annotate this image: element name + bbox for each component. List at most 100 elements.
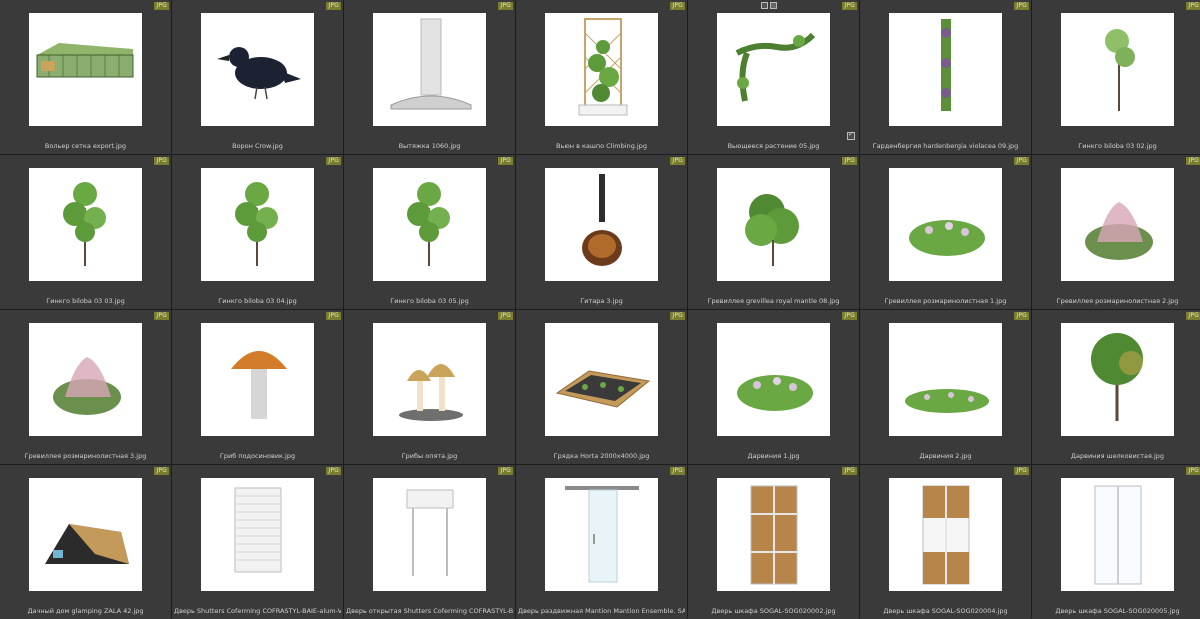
edit-icon[interactable] [770, 2, 777, 9]
sapling-icon[interactable] [1061, 13, 1174, 126]
aviary-icon[interactable] [29, 13, 142, 126]
file-type-badge: JPG [670, 2, 685, 10]
file-type-badge: JPG [842, 157, 857, 165]
file-name-caption: Дарвиния шелковистая.jpg [1070, 452, 1165, 460]
thumbnail-tile[interactable]: JPG Дверь шкафа SOGAL-SOG020002.jpg [688, 465, 859, 619]
file-type-badge: JPG [154, 467, 169, 475]
frame-icon[interactable] [761, 2, 768, 9]
file-type-badge: JPG [1014, 157, 1029, 165]
sliding-door-icon[interactable] [545, 478, 658, 591]
thumbnail-tile[interactable]: JPG Дверь раздвижная Mantion Mantion Ens… [516, 465, 687, 619]
thumbnail-tile[interactable]: JPG Вольер сетка export.jpg [0, 0, 171, 154]
file-name-caption: Вольер сетка export.jpg [44, 142, 127, 150]
file-type-badge: JPG [154, 312, 169, 320]
thumbnail-tile[interactable]: JPG Гинкго biloba 03 03.jpg [0, 155, 171, 309]
thumbnail-tile[interactable]: JPG Грибы опята.jpg [344, 310, 515, 464]
file-type-badge: JPG [1186, 2, 1200, 10]
shrub-flowers-icon[interactable] [717, 323, 830, 436]
thumbnail-tile[interactable]: JPG Гревиллея розмаринолистная 1.jpg [860, 155, 1031, 309]
file-name-caption: Гревиллея grevillea royal mantle 08.jpg [707, 297, 840, 305]
shutter-open-icon[interactable] [373, 478, 486, 591]
thumbnail-tile[interactable]: JPG Гинкго biloba 03 02.jpg [1032, 0, 1200, 154]
select-checkbox[interactable] [847, 130, 855, 140]
file-type-badge: JPG [1014, 467, 1029, 475]
file-name-caption: Гревиллея розмаринолистная 3.jpg [24, 452, 147, 460]
file-type-badge: JPG [842, 2, 857, 10]
thumbnail-tile[interactable]: JPG Дверь шкафа SOGAL-SOG020005.jpg [1032, 465, 1200, 619]
hood-icon[interactable] [373, 13, 486, 126]
file-type-badge: JPG [498, 467, 513, 475]
wardrobe-white-icon[interactable] [1061, 478, 1174, 591]
vine-icon[interactable] [717, 13, 830, 126]
trellis-icon[interactable] [545, 13, 658, 126]
thumbnail-tile[interactable]: JPG Гарденбергия hardenbergia violacea 0… [860, 0, 1031, 154]
file-type-badge: JPG [670, 312, 685, 320]
glamping-icon[interactable] [29, 478, 142, 591]
file-name-caption: Гитара 3.jpg [580, 297, 623, 305]
tree-icon[interactable] [29, 168, 142, 281]
low-shrub-icon[interactable] [889, 323, 1002, 436]
file-name-caption: Гарденбергия hardenbergia violacea 09.jp… [872, 142, 1019, 150]
thumbnail-tile[interactable]: JPG Ворон Crow.jpg [172, 0, 343, 154]
thumbnail-tile[interactable]: JPG Гревиллея grevillea royal mantle 08.… [688, 155, 859, 309]
mushroom-icon[interactable] [201, 323, 314, 436]
file-name-caption: Вьюн в кашпо Climbing.jpg [556, 142, 647, 150]
thumbnail-tile[interactable]: JPG Вьюн в кашпо Climbing.jpg [516, 0, 687, 154]
thumbnail-tile[interactable]: JPG Грядка Horta 2000x4000.jpg [516, 310, 687, 464]
thumbnail-tile[interactable]: JPG Вьющееся растение 05.jpg [688, 0, 859, 154]
guitar-icon[interactable] [545, 168, 658, 281]
shrub-flowers-icon[interactable] [889, 168, 1002, 281]
shrub-pink-icon[interactable] [1061, 168, 1174, 281]
file-type-badge: JPG [670, 157, 685, 165]
thumbnail-tile[interactable]: JPG Дарвиния 2.jpg [860, 310, 1031, 464]
file-name-caption: Дверь Shutters Coferming COFRASTYL-BAIE-… [174, 607, 341, 615]
thumbnail-tools [761, 2, 777, 9]
thumbnail-tile[interactable]: JPG Гревиллея розмаринолистная 3.jpg [0, 310, 171, 464]
thumbnail-tile[interactable]: JPG Дарвиния 1.jpg [688, 310, 859, 464]
file-name-caption: Гриб подосиновик.jpg [219, 452, 296, 460]
file-name-caption: Гинкго biloba 03 04.jpg [218, 297, 297, 305]
file-type-badge: JPG [154, 157, 169, 165]
thumbnail-tile[interactable]: JPG Гриб подосиновик.jpg [172, 310, 343, 464]
thumbnail-tile[interactable]: JPG Вытяжка 1060.jpg [344, 0, 515, 154]
thumbnail-tile[interactable]: JPG Дверь шкафа SOGAL-SOG020004.jpg [860, 465, 1031, 619]
crow-icon[interactable] [201, 13, 314, 126]
file-type-badge: JPG [1186, 157, 1200, 165]
thumbnail-tile[interactable]: JPG Дачный дом glamping ZALA 42.jpg [0, 465, 171, 619]
file-name-caption: Ворон Crow.jpg [232, 142, 283, 150]
thumbnail-tile[interactable]: JPG Дарвиния шелковистая.jpg [1032, 310, 1200, 464]
tree-icon[interactable] [201, 168, 314, 281]
shutter-icon[interactable] [201, 478, 314, 591]
thumbnail-tile[interactable]: JPG Гинкго biloba 03 04.jpg [172, 155, 343, 309]
file-type-badge: JPG [670, 467, 685, 475]
wardrobe-mixed-icon[interactable] [889, 478, 1002, 591]
file-name-caption: Дверь открытая Shutters Coferming COFRAS… [346, 607, 513, 615]
file-name-caption: Вытяжка 1060.jpg [398, 142, 461, 150]
thumbnail-tile[interactable]: JPG Дверь открытая Shutters Coferming CO… [344, 465, 515, 619]
file-name-caption: Гревиллея розмаринолистная 1.jpg [884, 297, 1007, 305]
file-name-caption: Гревиллея розмаринолистная 2.jpg [1056, 297, 1179, 305]
shrub-pink-icon[interactable] [29, 323, 142, 436]
file-name-caption: Дверь шкафа SOGAL-SOG020004.jpg [883, 607, 1008, 615]
wardrobe-wood-icon[interactable] [717, 478, 830, 591]
file-name-caption: Дверь раздвижная Mantion Mantion Ensembl… [518, 607, 685, 615]
file-type-badge: JPG [1186, 467, 1200, 475]
file-type-badge: JPG [154, 2, 169, 10]
file-type-badge: JPG [326, 312, 341, 320]
file-type-badge: JPG [326, 157, 341, 165]
file-type-badge: JPG [842, 467, 857, 475]
round-tree-icon[interactable] [1061, 323, 1174, 436]
thumbnail-tile[interactable]: JPG Дверь Shutters Coferming COFRASTYL-B… [172, 465, 343, 619]
thumbnail-tile[interactable]: JPG Гревиллея розмаринолистная 2.jpg [1032, 155, 1200, 309]
mushrooms-icon[interactable] [373, 323, 486, 436]
column-plant-icon[interactable] [889, 13, 1002, 126]
file-type-badge: JPG [326, 2, 341, 10]
file-type-badge: JPG [1186, 312, 1200, 320]
garden-bed-icon[interactable] [545, 323, 658, 436]
file-name-caption: Грибы опята.jpg [401, 452, 458, 460]
thumbnail-tile[interactable]: JPG Гинкго biloba 03 05.jpg [344, 155, 515, 309]
thumbnail-tile[interactable]: JPG Гитара 3.jpg [516, 155, 687, 309]
file-name-caption: Дверь шкафа SOGAL-SOG020002.jpg [711, 607, 836, 615]
tree-icon[interactable] [373, 168, 486, 281]
bush-icon[interactable] [717, 168, 830, 281]
